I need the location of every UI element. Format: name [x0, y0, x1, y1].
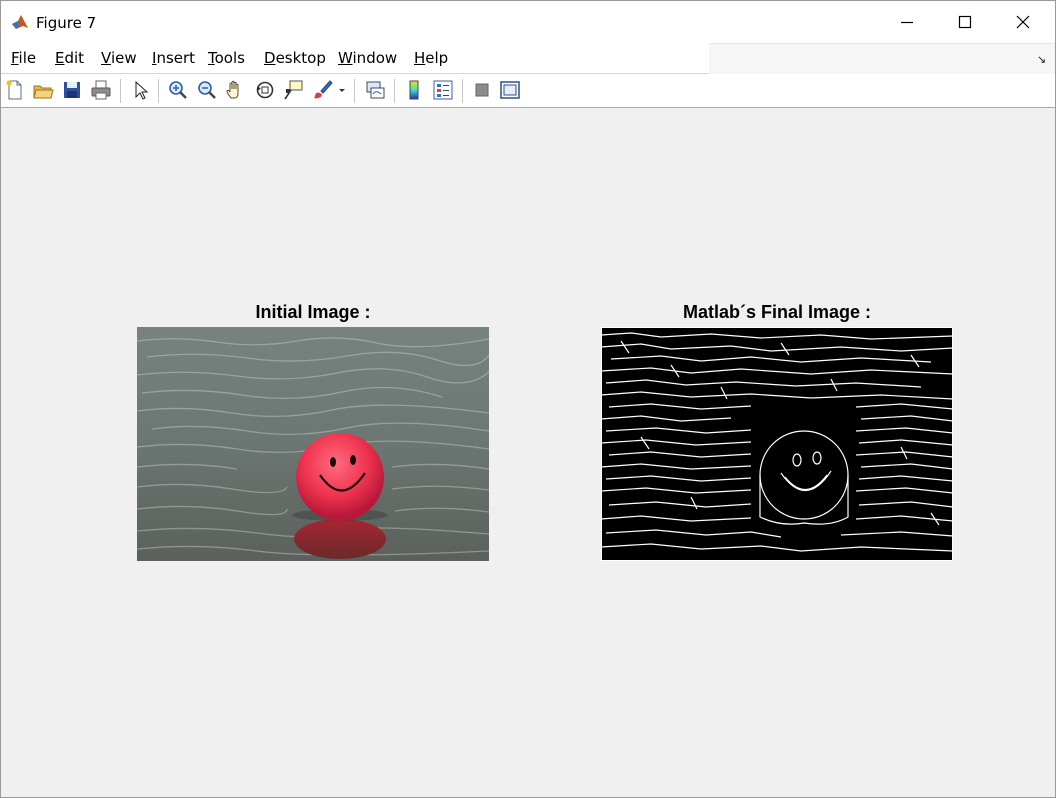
zoom-out-icon[interactable]	[196, 79, 218, 101]
edge-detection-result	[601, 327, 953, 561]
matlab-logo-icon	[11, 13, 29, 31]
title-bar: Figure 7	[1, 1, 1055, 43]
colorbar-icon[interactable]	[403, 79, 425, 101]
left-axes-title: Initial Image :	[255, 302, 371, 322]
figure-window: Figure 7 File Edit View Insert Tools Des…	[0, 0, 1056, 798]
open-icon[interactable]	[32, 79, 54, 101]
legend-icon[interactable]	[432, 79, 454, 101]
select-arrow-icon[interactable]	[129, 79, 151, 101]
right-axes-title: Matlab´s Final Image :	[682, 302, 872, 322]
maximize-button[interactable]	[936, 1, 994, 43]
data-cursor-icon[interactable]	[282, 79, 304, 101]
maximize-icon	[958, 15, 972, 29]
final-edge-image	[601, 327, 953, 561]
hide-plot-tools-icon[interactable]	[471, 79, 493, 101]
initial-image-photo	[137, 327, 489, 561]
menu-insert[interactable]: Insert	[152, 49, 195, 67]
pan-hand-icon[interactable]	[224, 79, 246, 101]
menu-file[interactable]: File	[11, 49, 36, 67]
menu-bar: File Edit View Insert Tools Desktop Wind…	[1, 43, 1055, 74]
menu-edit[interactable]: Edit	[55, 49, 84, 67]
minimize-icon	[901, 21, 913, 24]
menu-window[interactable]: Window	[338, 49, 397, 67]
brush-icon[interactable]	[312, 79, 334, 101]
link-plot-icon[interactable]	[364, 79, 386, 101]
menu-view[interactable]: View	[101, 49, 137, 67]
window-title: Figure 7	[36, 14, 97, 32]
figure-canvas: Initial Image : Matlab´s Final Image:	[1, 108, 1055, 797]
dock-arrow-icon[interactable]: ↘	[1037, 53, 1046, 66]
close-icon	[1016, 15, 1030, 29]
show-plot-tools-icon[interactable]	[499, 79, 521, 101]
menu-tools[interactable]: Tools	[208, 49, 245, 67]
close-button[interactable]	[994, 1, 1052, 43]
rotate-3d-icon[interactable]	[254, 79, 276, 101]
menu-help[interactable]: Help	[414, 49, 448, 67]
minimize-button[interactable]	[878, 1, 936, 43]
zoom-in-icon[interactable]	[167, 79, 189, 101]
save-icon[interactable]	[61, 79, 83, 101]
print-icon[interactable]	[90, 79, 112, 101]
new-figure-icon[interactable]	[4, 79, 26, 101]
figure-toolbar	[1, 74, 1055, 108]
menu-desktop[interactable]: Desktop	[264, 49, 326, 67]
brush-dropdown-icon[interactable]	[336, 79, 348, 101]
initial-image	[137, 327, 489, 561]
